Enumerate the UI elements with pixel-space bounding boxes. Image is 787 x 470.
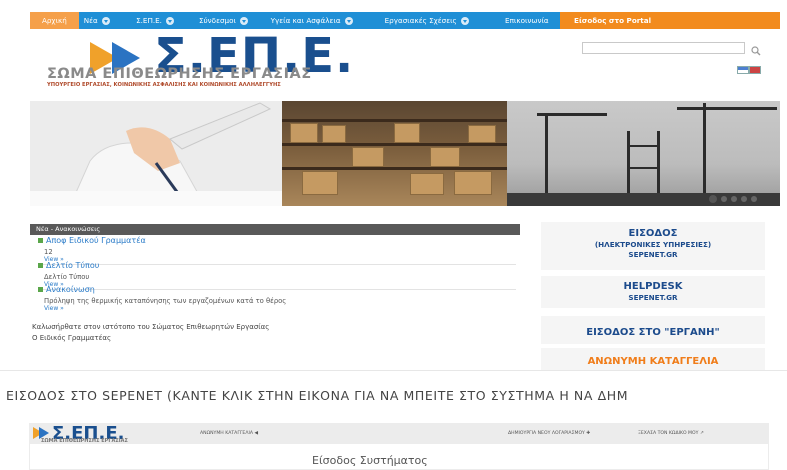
news-icon xyxy=(38,263,43,268)
slide-dot[interactable] xyxy=(709,195,717,203)
news-heading: Νέα - Ανακοινώσεις xyxy=(30,224,520,235)
news-title-text: Δελτίο Τύπου xyxy=(46,261,100,270)
nav-label: Νέα xyxy=(83,16,98,25)
top-navigation: Αρχική Νέα Σ.ΕΠ.Ε. Σύνδεσμοι Υγεία και Α… xyxy=(30,12,780,29)
nav-label: Επικοινωνία xyxy=(505,16,549,25)
news-item-body: Πρόληψη της θερμικής καταπόνησης των εργ… xyxy=(44,297,287,305)
slide-dot[interactable] xyxy=(721,196,727,202)
anonymous-label: ΑΝΩΝΥΜΗ ΚΑΤΑΓΓΕΛΙΑ xyxy=(587,356,719,367)
divider xyxy=(0,370,787,371)
welcome-text: Καλωσήρθατε στον ιστότοπο του Σώματος Επ… xyxy=(32,323,270,331)
sepenet-logo-subtitle: ΣΩΜΑ ΕΠΙΘΕΩΡΗΣΗΣ ΕΡΓΑΣΙΑΣ xyxy=(41,438,128,444)
news-item-title[interactable]: Δελτίο Τύπου xyxy=(38,261,99,270)
helpdesk-title: HELPDESK xyxy=(623,281,683,292)
nav-portal-login[interactable]: Είσοδος στο Portal xyxy=(560,12,780,29)
link-text: ΞΕΧΑΣΑ ΤΟΝ ΚΩΔΙΚΟ ΜΟΥ xyxy=(638,431,699,436)
sepenet-forgot-password-link[interactable]: ΞΕΧΑΣΑ ΤΟΝ ΚΩΔΙΚΟ ΜΟΥ ↗ xyxy=(638,431,704,436)
banner-slideshow[interactable] xyxy=(30,101,780,206)
search-input[interactable] xyxy=(582,42,745,54)
sepenet-login-title: Είσοδος Συστήματος xyxy=(312,454,428,467)
eisodos-title: ΕΙΣΟΔΟΣ xyxy=(628,228,678,239)
signature-text: Ο Ειδικός Γραμματέας xyxy=(32,334,112,342)
greek-flag-icon[interactable] xyxy=(737,66,749,74)
nav-labour-relations[interactable]: Εργασιακές Σχέσεις xyxy=(380,12,494,29)
news-item-body: 12 xyxy=(44,248,53,256)
nav-label: Υγεία και Ασφάλεια xyxy=(270,16,341,25)
sepenet-create-account-link[interactable]: ΔΗΜΙΟΥΡΓΙΑ ΝΕΟΥ ΛΟΓΑΡΙΑΣΜΟΥ ✚ xyxy=(508,431,590,436)
chevron-down-icon xyxy=(239,16,248,25)
nav-health-safety[interactable]: Υγεία και Ασφάλεια xyxy=(266,12,380,29)
slide-dot[interactable] xyxy=(741,196,747,202)
nav-label: Σύνδεσμοι xyxy=(198,16,236,25)
chevron-down-icon xyxy=(460,16,469,25)
nav-label: Αρχική xyxy=(41,16,67,25)
slide-dot[interactable] xyxy=(731,196,737,202)
news-item-title[interactable]: Ανακοίνωση xyxy=(38,285,95,294)
banner-image-construction xyxy=(507,101,780,206)
link-text: ΔΗΜΙΟΥΡΓΙΑ ΝΕΟΥ ΛΟΓΑΡΙΑΣΜΟΥ xyxy=(508,431,585,436)
ergani-button[interactable]: ΕΙΣΟΔΟΣ ΣΤΟ "ΕΡΓΑΝΗ" xyxy=(541,316,765,344)
search-icon[interactable] xyxy=(750,42,762,56)
helpdesk-line: SEPENET.GR xyxy=(628,293,678,302)
nav-links[interactable]: Σύνδεσμοι xyxy=(194,12,266,29)
news-item-title[interactable]: Αποφ Ειδικού Γραμματέα xyxy=(38,236,146,245)
news-view-link[interactable]: View » xyxy=(44,305,64,312)
helpdesk-button[interactable]: HELPDESK SEPENET.GR xyxy=(541,276,765,308)
divider xyxy=(38,264,516,265)
news-panel: Νέα - Ανακοινώσεις Αποφ Ειδικού Γραμματέ… xyxy=(30,224,520,372)
chevron-down-icon xyxy=(101,16,110,25)
sepenet-heading: ΕΙΣΟΔΟΣ ΣΤΟ SEPENET (ΚΑΝΤΕ ΚΛΙΚ ΣΤΗΝ ΕΙΚ… xyxy=(6,388,629,403)
news-icon xyxy=(38,287,43,292)
banner-image-writing xyxy=(30,101,282,206)
anonymous-report-button[interactable]: ΑΝΩΝΥΜΗ ΚΑΤΑΓΓΕΛΙΑ xyxy=(541,348,765,370)
chevron-down-icon xyxy=(165,16,174,25)
logo-subtitle: ΣΩΜΑ ΕΠΙΘΕΩΡΗΣΗΣ ΕΡΓΑΣΙΑΣ xyxy=(47,66,312,82)
nav-label: Εργασιακές Σχέσεις xyxy=(384,16,457,25)
nav-news[interactable]: Νέα xyxy=(79,12,131,29)
megaphone-icon: ◀ xyxy=(254,431,258,436)
chevron-down-icon xyxy=(344,16,353,25)
news-title-text: Ανακοίνωση xyxy=(46,285,95,294)
page: Αρχική Νέα Σ.ΕΠ.Ε. Σύνδεσμοι Υγεία και Α… xyxy=(0,0,787,470)
news-icon xyxy=(38,238,43,243)
divider xyxy=(38,289,516,290)
eisodos-sepenet-button[interactable]: ΕΙΣΟΔΟΣ (ΗΛΕΚΤΡΟΝΙΚΕΣ ΥΠΗΡΕΣΙΕΣ) SEPENET… xyxy=(541,222,765,270)
english-flag-icon[interactable] xyxy=(749,66,761,74)
ergani-label: ΕΙΣΟΔΟΣ ΣΤΟ "ΕΡΓΑΝΗ" xyxy=(586,327,720,338)
sepenet-login-image[interactable]: Σ.ΕΠ.Ε. ΣΩΜΑ ΕΠΙΘΕΩΡΗΣΗΣ ΕΡΓΑΣΙΑΣ ΑΝΩΝΥΜ… xyxy=(29,423,769,470)
wrench-icon: ↗ xyxy=(699,431,704,436)
eisodos-line: SEPENET.GR xyxy=(628,250,678,259)
eisodos-line: (ΗΛΕΚΤΡΟΝΙΚΕΣ ΥΠΗΡΕΣΙΕΣ) xyxy=(594,240,712,249)
nav-label: Σ.ΕΠ.Ε. xyxy=(136,16,162,25)
nav-label: Είσοδος στο Portal xyxy=(574,16,652,25)
nav-contact[interactable]: Επικοινωνία xyxy=(494,12,560,29)
link-text: ΑΝΩΝΥΜΗ ΚΑΤΑΓΓΕΛΙΑ xyxy=(200,431,253,436)
plus-icon: ✚ xyxy=(586,431,591,436)
banner-image-warehouse xyxy=(282,101,507,206)
logo-ministry: ΥΠΟΥΡΓΕΙΟ ΕΡΓΑΣΙΑΣ, ΚΟΙΝΩΝΙΚΗΣ ΑΣΦΑΛΙΣΗΣ… xyxy=(47,82,281,88)
nav-home[interactable]: Αρχική xyxy=(30,12,79,29)
slide-dot[interactable] xyxy=(751,196,757,202)
news-title-text: Αποφ Ειδικού Γραμματέα xyxy=(46,236,146,245)
sepenet-header-bar: Σ.ΕΠ.Ε. ΣΩΜΑ ΕΠΙΘΕΩΡΗΣΗΣ ΕΡΓΑΣΙΑΣ ΑΝΩΝΥΜ… xyxy=(30,424,768,444)
news-item-body: Δελτίο Τύπου xyxy=(44,273,90,281)
sepenet-anonymous-link[interactable]: ΑΝΩΝΥΜΗ ΚΑΤΑΓΓΕΛΙΑ ◀ xyxy=(200,431,258,436)
nav-sepe[interactable]: Σ.ΕΠ.Ε. xyxy=(131,12,194,29)
